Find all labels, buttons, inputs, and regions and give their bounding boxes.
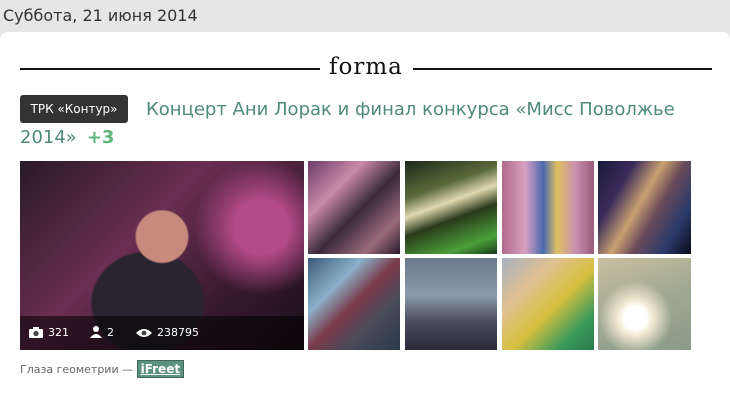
more-photos-count[interactable]: +3 <box>87 127 115 148</box>
main-photo[interactable]: 321 2 238795 <box>20 161 304 350</box>
views-stat: 238795 <box>136 326 199 339</box>
venue-badge[interactable]: ТРК «Контур» <box>20 95 128 123</box>
thumbnail-2[interactable] <box>405 161 497 254</box>
thumbnail-7[interactable] <box>502 258 594 350</box>
ifreet-link[interactable]: iFreet <box>136 360 185 378</box>
person-icon <box>90 326 102 338</box>
thumbnail-8[interactable] <box>598 258 691 350</box>
thumbnail-3[interactable] <box>502 161 594 254</box>
thumbnail-6[interactable] <box>405 258 497 350</box>
photos-stat: 321 <box>29 326 69 339</box>
photos-count: 321 <box>48 326 69 339</box>
credit-text: Глаза геометрии — <box>20 363 134 376</box>
divider-right <box>413 68 712 70</box>
people-stat: 2 <box>90 326 114 339</box>
eye-icon <box>136 329 152 337</box>
site-logo[interactable]: forma <box>329 54 403 80</box>
current-date: Суббота, 21 июня 2014 <box>3 6 198 25</box>
photo-credit: Глаза геометрии — iFreet <box>20 360 185 378</box>
thumbnail-1[interactable] <box>308 161 400 254</box>
thumbnail-5[interactable] <box>308 258 400 350</box>
photo-stats: 321 2 238795 <box>20 316 304 350</box>
people-count: 2 <box>107 326 114 339</box>
views-count: 238795 <box>157 326 199 339</box>
camera-icon <box>29 327 43 338</box>
divider-left <box>20 68 320 70</box>
date-bar: Суббота, 21 июня 2014 <box>0 0 730 32</box>
thumbnail-4[interactable] <box>598 161 691 254</box>
